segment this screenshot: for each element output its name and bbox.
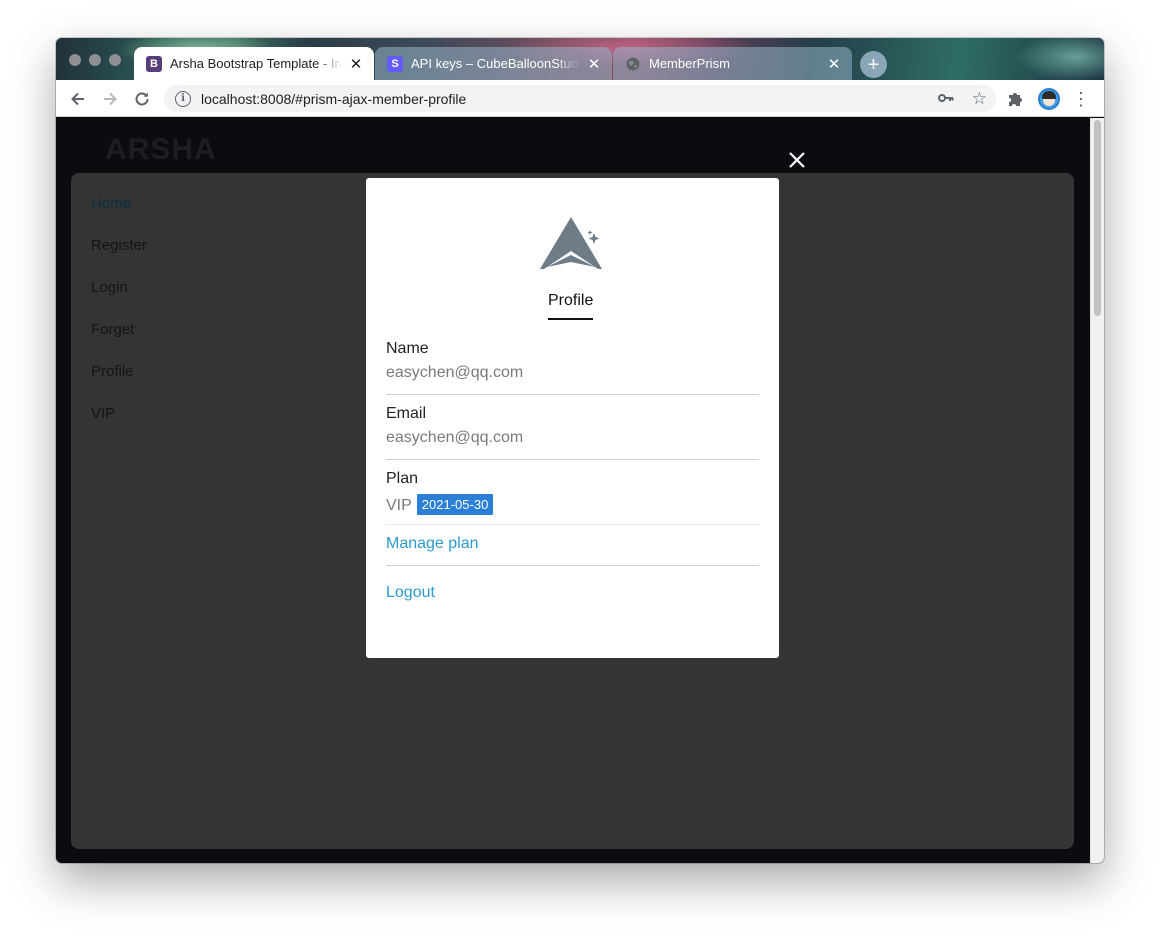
window-close-control[interactable] — [69, 54, 81, 66]
nav-item-profile[interactable]: Profile — [91, 363, 147, 405]
name-label: Name — [386, 340, 429, 357]
plan-value: VIP — [386, 497, 412, 514]
close-icon[interactable]: ✕ — [826, 56, 842, 73]
nav-item-register[interactable]: Register — [91, 237, 147, 279]
site-logo[interactable]: ARSHA — [105, 133, 217, 167]
back-icon[interactable] — [65, 86, 91, 112]
memberprism-logo-icon — [540, 215, 604, 271]
profile-modal: Profile Name easychen@qq.com Email easyc… — [366, 178, 779, 658]
browser-window: B Arsha Bootstrap Template - Index ✕ S A… — [56, 38, 1104, 863]
browser-toolbar: i localhost:8008/#prism-ajax-member-prof… — [56, 80, 1104, 117]
close-icon[interactable]: ✕ — [348, 56, 364, 73]
forward-icon[interactable] — [97, 86, 123, 112]
tab-arsha[interactable]: B Arsha Bootstrap Template - Index ✕ — [134, 47, 374, 80]
email-label: Email — [386, 405, 427, 422]
tab-strip: B Arsha Bootstrap Template - Index ✕ S A… — [56, 38, 1104, 80]
scrollbar-thumb[interactable] — [1094, 120, 1101, 316]
name-field: Name easychen@qq.com — [386, 340, 759, 395]
divider — [386, 524, 759, 525]
key-icon[interactable] — [937, 90, 954, 107]
window-minimize-control[interactable] — [89, 54, 101, 66]
nav-item-forget[interactable]: Forget — [91, 321, 147, 363]
email-field: Email easychen@qq.com — [386, 405, 759, 460]
email-value: easychen@qq.com — [386, 429, 524, 446]
info-icon[interactable]: i — [175, 90, 191, 107]
window-zoom-control[interactable] — [109, 54, 121, 66]
tab-title: MemberPrism — [649, 56, 730, 71]
tab-memberprism[interactable]: MemberPrism ✕ — [613, 47, 852, 80]
divider — [386, 565, 759, 566]
bookmark-star-icon[interactable]: ☆ — [972, 89, 987, 109]
reload-icon[interactable] — [129, 86, 155, 112]
tab-title: API keys – CubeBalloonStudio – Stripe — [411, 56, 580, 71]
page-scrollbar[interactable] — [1090, 118, 1104, 863]
tab-profile[interactable]: Profile — [548, 292, 594, 320]
nav-item-vip[interactable]: VIP — [91, 405, 147, 447]
address-bar[interactable]: i localhost:8008/#prism-ajax-member-prof… — [164, 85, 996, 112]
nav-item-home[interactable]: Home — [91, 195, 147, 237]
bootstrap-icon: B — [146, 55, 162, 72]
stripe-icon: S — [387, 55, 403, 72]
new-tab-button[interactable]: + — [860, 51, 887, 78]
nav-item-login[interactable]: Login — [91, 279, 147, 321]
extensions-puzzle-icon[interactable] — [1006, 89, 1026, 109]
close-icon[interactable]: ✕ — [586, 56, 602, 73]
plan-label: Plan — [386, 470, 419, 487]
profile-avatar-icon[interactable] — [1038, 88, 1060, 110]
manage-plan-link[interactable]: Manage plan — [386, 535, 479, 553]
globe-icon — [625, 56, 641, 72]
modal-close-icon[interactable] — [787, 150, 807, 170]
plan-field: Plan VIP 2021-05-30 — [386, 470, 759, 525]
plan-expiry-badge: 2021-05-30 — [416, 494, 494, 515]
page-content: ARSHA Home Register Login Forget Profile… — [56, 118, 1090, 863]
logout-link[interactable]: Logout — [386, 584, 435, 602]
plan-value-row: VIP 2021-05-30 — [386, 494, 759, 515]
name-value: easychen@qq.com — [386, 364, 524, 381]
tab-stripe[interactable]: S API keys – CubeBalloonStudio – Stripe … — [375, 47, 612, 80]
tab-title: Arsha Bootstrap Template - Index — [170, 56, 342, 71]
side-navigation: Home Register Login Forget Profile VIP — [91, 195, 147, 447]
url-text[interactable]: localhost:8008/#prism-ajax-member-profil… — [201, 91, 938, 107]
menu-kebab-icon[interactable]: ⋮ — [1072, 88, 1090, 110]
